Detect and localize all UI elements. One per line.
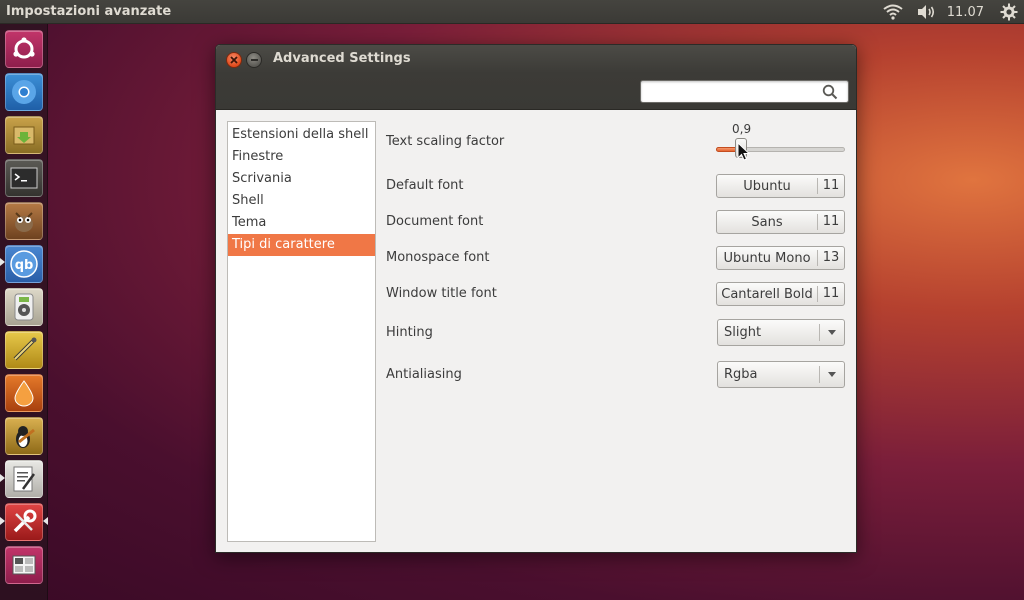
wifi-icon[interactable] — [879, 0, 907, 24]
window-title-font-label: Window title font — [386, 286, 497, 301]
terminal-icon[interactable] — [5, 159, 43, 197]
mouse-pointer-icon — [737, 141, 751, 162]
chevron-down-icon — [820, 329, 844, 336]
sidebar-item-shell[interactable]: Shell — [228, 190, 375, 212]
sidebar-item-fonts[interactable]: Tipi di carattere — [228, 234, 375, 256]
chevron-down-icon — [820, 371, 844, 378]
minimize-button[interactable] — [246, 52, 262, 68]
hinting-label: Hinting — [386, 325, 433, 340]
settings-panel: Text scaling factor 0,9 Default font Ubu… — [386, 121, 846, 541]
window-toolbar — [216, 73, 856, 110]
drop-app-icon[interactable] — [5, 374, 43, 412]
default-font-size: 11 — [817, 178, 844, 194]
launcher: qb — [0, 24, 48, 600]
window-title-font-size: 11 — [817, 286, 844, 302]
search-input[interactable] — [640, 80, 849, 103]
default-font-name: Ubuntu — [743, 178, 791, 194]
default-font-button[interactable]: Ubuntu 11 — [716, 174, 845, 198]
sidebar-item-windows[interactable]: Finestre — [228, 146, 375, 168]
window-title-font-button[interactable]: Cantarell Bold 11 — [716, 282, 845, 306]
window-title-font-name: Cantarell Bold — [721, 286, 813, 302]
active-indicator — [43, 517, 48, 525]
sidebar-item-theme[interactable]: Tema — [228, 212, 375, 234]
volume-icon[interactable] — [913, 0, 939, 24]
monospace-font-label: Monospace font — [386, 250, 490, 265]
document-font-name: Sans — [751, 214, 783, 230]
sidebar-item-shell-extensions[interactable]: Estensioni della shell — [228, 124, 375, 146]
document-font-size: 11 — [817, 214, 844, 230]
text-scaling-value: 0,9 — [732, 122, 752, 136]
app-title: Impostazioni avanzate — [6, 4, 172, 19]
archive-manager-icon[interactable] — [5, 116, 43, 154]
monospace-font-name: Ubuntu Mono — [723, 250, 811, 266]
text-scaling-label: Text scaling factor — [386, 134, 505, 149]
top-panel: Impostazioni avanzate 11.07 — [0, 0, 1024, 24]
sidebar-item-desktop[interactable]: Scrivania — [228, 168, 375, 190]
document-font-label: Document font — [386, 214, 484, 229]
antialiasing-combo[interactable]: Rgba — [717, 361, 845, 388]
hinting-combo[interactable]: Slight — [717, 319, 845, 346]
antialiasing-value: Rgba — [724, 367, 758, 382]
chromium-browser-icon[interactable] — [5, 73, 43, 111]
text-editor-icon[interactable] — [5, 460, 43, 498]
close-button[interactable] — [226, 52, 242, 68]
sidebar: Estensioni della shell Finestre Scrivani… — [227, 121, 376, 542]
hinting-value: Slight — [724, 325, 762, 340]
window-titlebar[interactable]: Advanced Settings — [216, 45, 856, 73]
gear-icon[interactable] — [996, 0, 1022, 24]
qbittorrent-icon[interactable]: qb — [5, 245, 43, 283]
audio-player-icon[interactable] — [5, 288, 43, 326]
svg-text:qb: qb — [15, 258, 34, 273]
clock[interactable]: 11.07 — [947, 5, 984, 20]
close-icon — [230, 56, 238, 64]
audio-cable-app-icon[interactable] — [5, 331, 43, 369]
window-title: Advanced Settings — [273, 51, 411, 66]
settings-tools-icon[interactable] — [5, 503, 43, 541]
document-font-button[interactable]: Sans 11 — [716, 210, 845, 234]
antialiasing-label: Antialiasing — [386, 367, 462, 382]
default-font-label: Default font — [386, 178, 464, 193]
indicator-area: 11.07 — [879, 0, 1024, 24]
minimize-icon — [250, 59, 258, 61]
gimp-icon[interactable] — [5, 202, 43, 240]
workspace-switcher-icon[interactable] — [5, 546, 43, 584]
ubuntu-dash-icon[interactable] — [5, 30, 43, 68]
monospace-font-size: 13 — [817, 250, 844, 266]
monospace-font-button[interactable]: Ubuntu Mono 13 — [716, 246, 845, 270]
advanced-settings-window: Advanced Settings Estensioni della shell… — [215, 44, 857, 553]
tux-guitar-icon[interactable] — [5, 417, 43, 455]
search-icon[interactable] — [822, 84, 838, 100]
